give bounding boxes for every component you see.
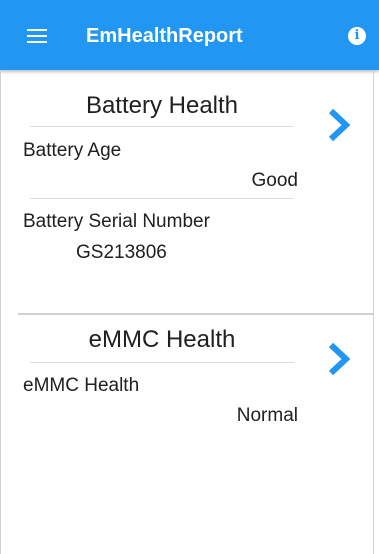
battery-age-label: Battery Age — [23, 140, 122, 161]
battery-age-divider — [30, 198, 294, 199]
emmc-health-title: eMMC Health — [88, 326, 236, 353]
chevron-right-icon[interactable] — [326, 107, 352, 143]
section-separator — [18, 313, 374, 315]
frame-border-left — [0, 70, 1, 554]
battery-serial-value: GS213806 — [76, 242, 167, 263]
battery-serial-label: Battery Serial Number — [23, 211, 210, 232]
battery-title-divider — [30, 126, 294, 127]
info-icon[interactable]: i — [348, 27, 366, 45]
chevron-right-icon[interactable] — [326, 341, 352, 377]
emmc-health-label: eMMC Health — [23, 375, 140, 396]
emmc-title-divider — [30, 362, 294, 363]
frame-border-right — [373, 70, 374, 554]
battery-age-value: Good — [251, 170, 298, 191]
battery-health-title: Battery Health — [85, 92, 239, 119]
emmc-health-value: Normal — [236, 405, 298, 426]
app-bar: EmHealthReport i — [0, 0, 379, 70]
hamburger-menu-icon[interactable] — [27, 29, 47, 43]
app-title: EmHealthReport — [86, 25, 243, 47]
